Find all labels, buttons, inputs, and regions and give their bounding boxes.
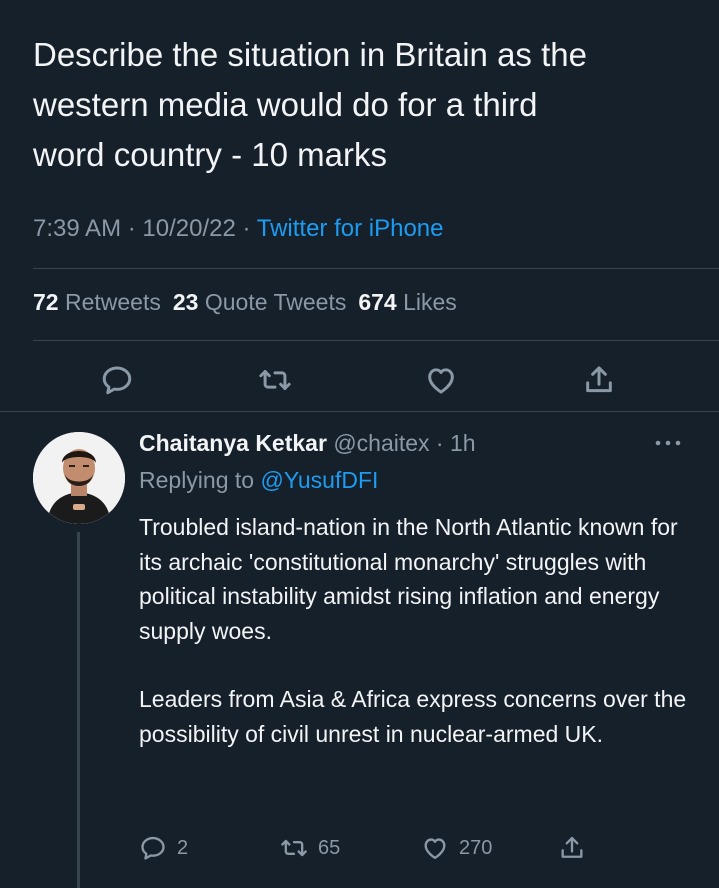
quotes-label: Quote Tweets	[204, 289, 347, 315]
like-icon[interactable]	[424, 363, 458, 397]
likes-stat[interactable]: 674 Likes	[358, 289, 456, 315]
retweet-icon	[281, 839, 307, 857]
quotes-stat[interactable]: 23 Quote Tweets	[173, 289, 346, 315]
retweet-icon[interactable]	[258, 363, 292, 397]
meta-separator: ·	[127, 215, 143, 242]
reply-share-button[interactable]	[558, 832, 596, 864]
tweet-meta: 7:39 AM · 10/20/22 · Twitter for iPhone	[33, 215, 443, 243]
tweet-stats: 72 Retweets 23 Quote Tweets 674 Likes	[33, 289, 457, 316]
likes-label: Likes	[403, 289, 457, 315]
reply-like-button[interactable]: 270	[421, 832, 492, 864]
retweet-count: 65	[318, 836, 341, 859]
tweet-action-bar	[0, 355, 719, 405]
reply-text: Troubled island-nation in the North Atla…	[139, 510, 699, 751]
reply-icon	[141, 836, 165, 860]
tweet-time[interactable]: 7:39 AM	[33, 215, 121, 242]
share-icon[interactable]	[582, 363, 616, 397]
reply-author-name[interactable]: Chaitanya Ketkar	[139, 430, 327, 456]
like-count: 270	[459, 836, 493, 859]
reply-paragraph: Leaders from Asia & Africa express conce…	[139, 686, 687, 747]
meta-separator: ·	[429, 430, 450, 456]
avatar[interactable]	[33, 432, 125, 524]
tweet-detail-page: Describe the situation in Britain as the…	[0, 0, 719, 888]
replying-to: Replying to @YusufDFI	[139, 467, 378, 494]
tweet-date[interactable]: 10/20/22	[142, 215, 235, 242]
quotes-count: 23	[172, 289, 199, 315]
divider	[33, 268, 719, 269]
share-icon	[561, 836, 583, 858]
like-icon	[424, 838, 446, 860]
reply-header: Chaitanya Ketkar @chaitex · 1h	[139, 430, 476, 457]
avatar-image	[33, 432, 125, 524]
replying-to-label: Replying to	[139, 467, 255, 493]
retweets-stat[interactable]: 72 Retweets	[33, 289, 161, 315]
divider	[0, 411, 719, 412]
reply-action-bar: 2 65 270	[0, 830, 719, 866]
more-options-icon[interactable]	[654, 438, 682, 448]
reply-paragraph: Troubled island-nation in the North Atla…	[139, 514, 678, 644]
reply-time[interactable]: 1h	[450, 430, 476, 456]
reply-retweet-button[interactable]: 65	[280, 832, 340, 864]
meta-separator: ·	[242, 215, 257, 242]
reply-author-handle[interactable]: @chaitex	[333, 430, 429, 456]
likes-count: 674	[358, 289, 397, 315]
tweet-text: Describe the situation in Britain as the…	[33, 36, 587, 173]
retweets-count: 72	[33, 289, 59, 315]
retweets-label: Retweets	[64, 289, 161, 315]
replying-to-mention[interactable]: @YusufDFI	[260, 467, 378, 493]
reply-count: 2	[177, 836, 189, 859]
tweet-source-link[interactable]: Twitter for iPhone	[257, 215, 444, 242]
divider	[33, 340, 719, 341]
reply-icon[interactable]	[100, 363, 134, 397]
reply-reply-button[interactable]: 2	[139, 832, 188, 864]
